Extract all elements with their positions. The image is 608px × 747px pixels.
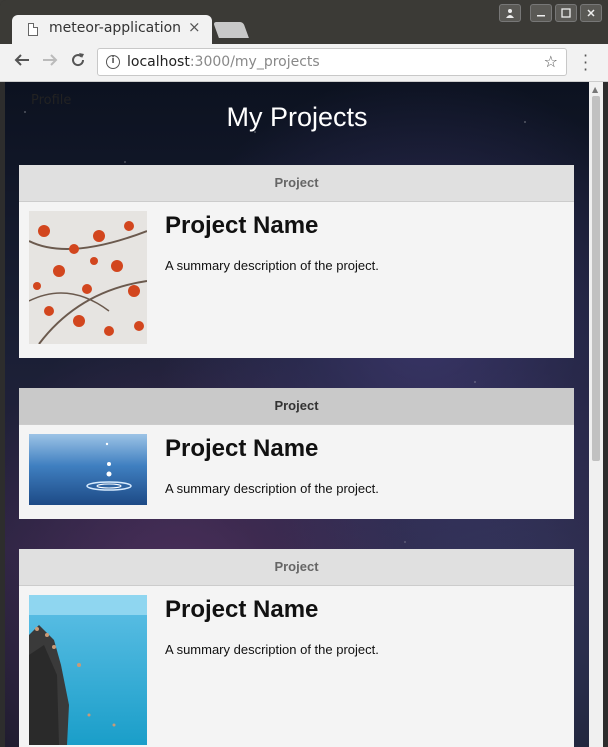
reload-icon[interactable] <box>69 51 87 74</box>
project-name[interactable]: Project Name <box>165 212 318 240</box>
url-text: localhost:3000/my_projects <box>127 54 320 70</box>
profile-icon[interactable] <box>499 4 521 22</box>
project-card[interactable]: Project Project Name A summary descripti… <box>19 165 574 358</box>
vertical-scrollbar[interactable]: ▲ <box>589 82 603 747</box>
project-thumbnail[interactable] <box>29 211 147 344</box>
tab-close-icon[interactable]: × <box>188 18 201 36</box>
new-tab-button[interactable] <box>213 22 249 38</box>
page-title: My Projects <box>226 102 368 132</box>
bookmark-star-icon[interactable]: ☆ <box>544 52 558 71</box>
browser-toolbar: i localhost:3000/my_projects ☆ · · · <box>0 44 608 82</box>
project-card[interactable]: Project Project Name A summary descripti… <box>19 388 574 519</box>
project-description: A summary description of the project. <box>165 258 379 273</box>
browser-tab[interactable]: meteor-application × <box>12 15 212 44</box>
tab-strip: meteor-application × <box>0 0 608 44</box>
minimize-icon[interactable] <box>530 4 552 22</box>
project-name[interactable]: Project Name <box>165 435 318 463</box>
menu-icon[interactable]: · · · <box>583 48 588 78</box>
project-thumbnail[interactable] <box>29 595 147 745</box>
project-description: A summary description of the project. <box>165 481 379 496</box>
back-arrow-icon[interactable] <box>13 51 31 74</box>
project-card[interactable]: Project Project Name A summary descripti… <box>19 549 574 747</box>
card-header: Project <box>19 165 574 202</box>
project-thumbnail[interactable] <box>29 434 147 505</box>
project-description: A summary description of the project. <box>165 642 379 657</box>
page-viewport: Profile My Projects Project Project Name… <box>5 82 589 747</box>
url-host: localhost <box>127 54 190 70</box>
project-name[interactable]: Project Name <box>165 596 318 624</box>
tab-title: meteor-application <box>49 20 182 36</box>
scrollbar-thumb[interactable] <box>592 96 600 461</box>
card-header: Project <box>19 388 574 425</box>
forward-arrow-icon[interactable] <box>41 51 59 74</box>
browser-window: meteor-application × i localhost:3000/my… <box>0 0 608 747</box>
card-header: Project <box>19 549 574 586</box>
address-bar[interactable]: i localhost:3000/my_projects ☆ <box>97 48 567 76</box>
page-icon <box>28 23 38 36</box>
info-icon[interactable]: i <box>106 55 120 69</box>
url-path: :3000/my_projects <box>189 54 320 70</box>
maximize-icon[interactable] <box>555 4 577 22</box>
close-window-icon[interactable] <box>580 4 602 22</box>
scroll-up-arrow-icon[interactable]: ▲ <box>592 85 598 94</box>
